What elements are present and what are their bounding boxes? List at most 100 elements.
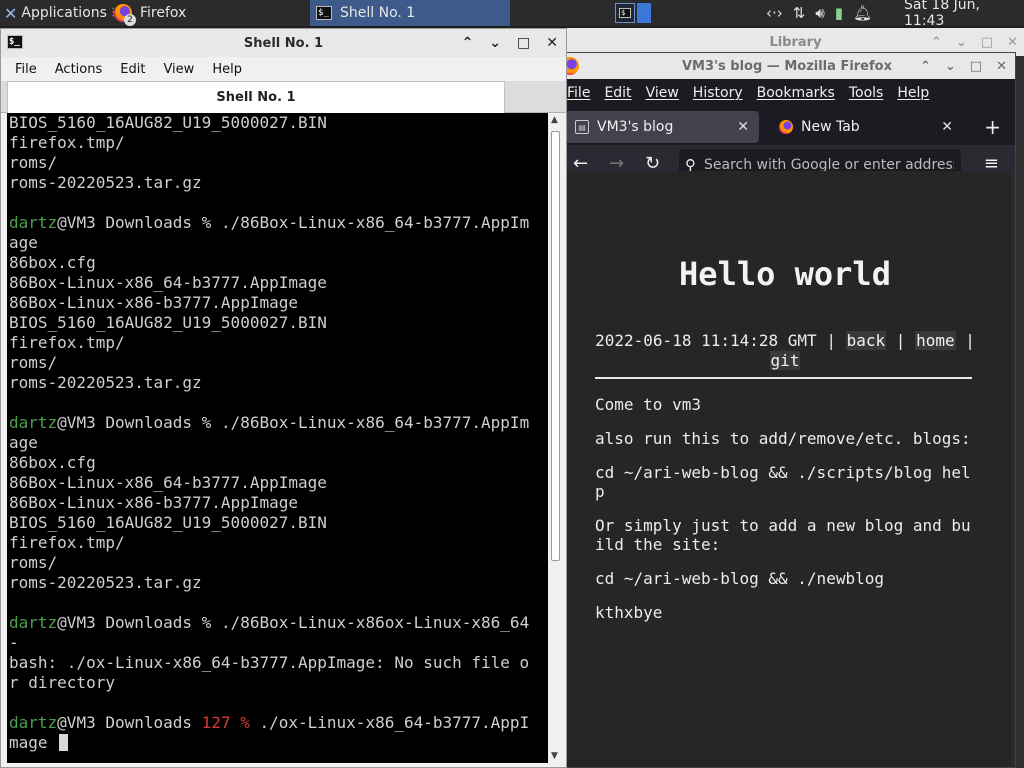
taskbar-shell[interactable]: $_ Shell No. 1 <box>310 0 510 26</box>
terminal-output[interactable]: BIOS_5160_16AUG82_U19_5000027.BIN firefox… <box>7 113 548 763</box>
code-arrows-icon[interactable]: ‹·› <box>766 4 783 22</box>
text-cursor <box>59 734 69 751</box>
prompt-host-dir: @VM3 Downloads <box>57 213 202 232</box>
taskbar-firefox[interactable]: 2 Firefox <box>108 0 308 26</box>
prompt-user: dartz <box>9 213 58 232</box>
terminal-prompt-line: dartz@VM3 Downloads 127 % ./ox-Linux-x86… <box>9 713 548 733</box>
prompt-user: dartz <box>9 713 58 732</box>
network-updown-icon[interactable]: ⇅ <box>793 4 806 22</box>
firefox-window: VM3's blog — Mozilla Firefox ⌃ ⌄ □ ✕ Fil… <box>558 52 1016 768</box>
menu-view[interactable]: View <box>646 85 679 101</box>
menu-bookmarks[interactable]: Bookmarks <box>757 85 835 101</box>
new-tab-plus-icon[interactable]: + <box>984 115 1001 139</box>
applications-menu[interactable]: ✕ Applications ⁝ <box>0 0 115 26</box>
firefox-menubar: File Edit View History Bookmarks Tools H… <box>559 79 1015 107</box>
battery-icon[interactable]: ▮ <box>835 4 843 22</box>
minimize-icon[interactable]: ⌄ <box>956 35 967 50</box>
terminal-line: 86Box-Linux-x86-b3777.AppImage <box>9 493 298 512</box>
workspace-2[interactable] <box>637 3 651 23</box>
tab-close-icon[interactable]: ✕ <box>941 119 953 135</box>
post-timestamp: 2022-06-18 11:14:28 GMT <box>595 331 817 350</box>
terminal-line: - <box>9 633 19 652</box>
notification-bell-icon[interactable]: 🔔︎ <box>853 4 872 22</box>
menu-help[interactable]: Help <box>897 85 929 101</box>
close-icon[interactable]: ✕ <box>1007 35 1018 50</box>
terminal-line: roms/ <box>9 353 58 372</box>
menu-history[interactable]: History <box>693 85 743 101</box>
prompt-host-dir: @VM3 Downloads <box>57 413 202 432</box>
terminal-line: 86box.cfg <box>9 253 96 272</box>
terminal-line: firefox.tmp/ <box>9 133 125 152</box>
terminal-icon: $_ <box>7 35 23 49</box>
link-home[interactable]: home <box>915 331 956 350</box>
tab-vm3-blog[interactable]: ▤ VM3's blog ✕ <box>565 111 759 143</box>
terminal-line: age <box>9 233 38 252</box>
tab-new-tab[interactable]: New Tab ✕ <box>769 111 963 143</box>
link-back[interactable]: back <box>845 331 887 350</box>
maximize-icon[interactable]: □ <box>517 35 530 51</box>
paragraph: Or simply just to add a new blog and bui… <box>595 516 971 554</box>
workspace-pager[interactable]: $ <box>614 0 652 26</box>
divider <box>595 377 972 379</box>
link-git[interactable]: git <box>769 351 801 370</box>
terminal-line: roms/ <box>9 153 58 172</box>
menu-edit[interactable]: Edit <box>120 62 145 77</box>
close-icon[interactable]: ✕ <box>996 59 1007 74</box>
firefox-window-title: VM3's blog — Mozilla Firefox <box>682 58 892 74</box>
paragraph: Come to vm3 <box>595 395 701 414</box>
terminal-line: age <box>9 433 38 452</box>
clock[interactable]: Sat 18 Jun, 11:43 <box>904 0 1022 29</box>
firefox-icon: 2 <box>114 4 136 26</box>
top-panel: ✕ Applications ⁝ 2 Firefox $_ Shell No. … <box>0 0 1024 29</box>
menu-tools[interactable]: Tools <box>849 85 884 101</box>
code-line: cd ~/ari-web-blog && ./scripts/blog help <box>595 463 971 501</box>
scroll-down-icon[interactable]: ▼ <box>551 751 558 761</box>
menu-actions[interactable]: Actions <box>55 62 103 77</box>
minimize-icon[interactable]: ⌄ <box>945 59 956 74</box>
prompt-user: dartz <box>9 613 58 632</box>
terminal-scrollbar[interactable]: ▲ ▼ <box>549 113 562 763</box>
menu-file[interactable]: File <box>567 85 590 101</box>
collapse-icon[interactable]: ⌃ <box>462 35 474 51</box>
menu-view[interactable]: View <box>163 62 194 77</box>
prompt-status: % <box>201 613 212 632</box>
terminal-line: 86box.cfg <box>9 453 96 472</box>
prompt-command: ./86Box-Linux-x86_64-b3777.AppIm <box>211 213 530 232</box>
scroll-up-icon[interactable]: ▲ <box>551 115 558 125</box>
minimize-icon[interactable]: ⌄ <box>489 35 501 51</box>
volume-icon[interactable]: 🔊︎ <box>815 4 824 22</box>
terminal-prompt-line: dartz@VM3 Downloads % ./86Box-Linux-x86_… <box>9 413 548 433</box>
menu-edit[interactable]: Edit <box>604 85 631 101</box>
tab-close-icon[interactable]: ✕ <box>737 119 749 135</box>
workspace-1[interactable]: $ <box>615 3 635 23</box>
close-icon[interactable]: ✕ <box>546 35 558 51</box>
terminal-line: 86Box-Linux-x86-b3777.AppImage <box>9 293 298 312</box>
shell-titlebar[interactable]: $_ Shell No. 1 ⌃ ⌄ □ ✕ <box>1 29 566 57</box>
maximize-icon[interactable]: □ <box>981 35 993 50</box>
menu-help[interactable]: Help <box>212 62 242 77</box>
terminal-line: bash: ./ox-Linux-x86_64-b3777.AppImage: … <box>9 653 530 672</box>
terminal-line: roms-20220523.tar.gz <box>9 173 202 192</box>
shell-window-title: Shell No. 1 <box>243 35 324 51</box>
tab-label: New Tab <box>801 119 860 135</box>
shell-menubar: File Actions Edit View Help <box>1 57 566 81</box>
shell-tabbar: Shell No. 1 <box>1 81 566 113</box>
prompt-host-dir: @VM3 Downloads <box>57 713 202 732</box>
terminal-line: r directory <box>9 673 115 692</box>
terminal-line: BIOS_5160_16AUG82_U19_5000027.BIN <box>9 113 327 132</box>
terminal-line: firefox.tmp/ <box>9 333 125 352</box>
shell-tab[interactable]: Shell No. 1 <box>7 81 505 113</box>
terminal-line: firefox.tmp/ <box>9 533 125 552</box>
prompt-host-dir: @VM3 Downloads <box>57 613 202 632</box>
menu-file[interactable]: File <box>15 62 37 77</box>
collapse-icon[interactable]: ⌃ <box>920 59 931 74</box>
maximize-icon[interactable]: □ <box>970 59 982 74</box>
firefox-titlebar[interactable]: VM3's blog — Mozilla Firefox ⌃ ⌄ □ ✕ <box>559 53 1015 79</box>
xfce-logo-icon: ✕ <box>4 3 18 23</box>
scroll-thumb[interactable] <box>551 131 560 561</box>
collapse-icon[interactable]: ⌃ <box>931 35 942 50</box>
separator: | <box>965 331 975 350</box>
